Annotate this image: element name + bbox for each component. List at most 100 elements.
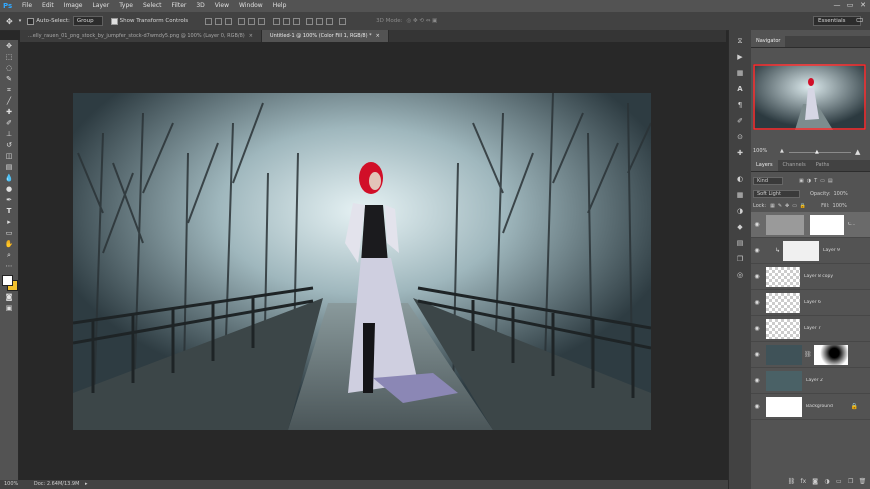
tab-close-icon[interactable]: × [376,33,380,39]
history-brush-icon[interactable]: ↺ [4,141,14,150]
tool-presets-icon[interactable]: ✚ [734,148,746,158]
align-right-icon[interactable] [258,17,266,25]
properties-icon[interactable]: ▦ [734,68,746,78]
marquee-tool-icon[interactable]: ⬚ [4,53,14,62]
clone-source-icon[interactable]: ⊙ [734,132,746,142]
move-tool-icon[interactable]: ✥ [4,42,14,51]
zoom-slider-track[interactable] [789,152,851,153]
navigator-zoom-value[interactable]: 100% [753,148,767,154]
align-left-icon[interactable] [238,17,246,25]
visibility-eye-icon[interactable]: ◉ [751,325,763,332]
type-tool-icon[interactable]: T [4,207,14,216]
maximize-button[interactable]: ▭ [845,1,855,10]
timeline-icon[interactable]: ◎ [734,270,746,280]
swatches-icon[interactable]: ▦ [734,190,746,200]
new-group-icon[interactable]: ▭ [834,478,843,486]
quick-mask-icon[interactable]: ◙ [4,293,14,302]
visibility-eye-icon[interactable]: ◉ [751,247,763,254]
tool-preset-dropdown[interactable]: ▾ [19,18,22,24]
visibility-eye-icon[interactable]: ◉ [751,351,763,358]
paragraph-icon[interactable]: ¶ [734,100,746,110]
distribute-right-icon[interactable] [326,17,334,25]
lock-icons[interactable]: ▦✎✥▭🔒 [770,203,809,209]
align-vcenter-icon[interactable] [215,17,223,25]
blur-tool-icon[interactable]: 💧 [4,174,14,183]
color-swatches[interactable] [2,275,18,291]
layer-row-layer-6[interactable]: ◉ Layer 6 [751,290,870,316]
opacity-value[interactable]: 100% [834,191,848,197]
tab-close-icon[interactable]: × [249,33,253,39]
layer-row-masked[interactable]: ◉ ⛓ [751,342,870,368]
eyedropper-tool-icon[interactable]: ╱ [4,97,14,106]
distribute-hcenter-icon[interactable] [316,17,324,25]
add-mask-icon[interactable]: ◙ [811,478,820,486]
actions-icon[interactable]: ▶ [734,52,746,62]
fill-value[interactable]: 100% [833,203,847,209]
close-button[interactable]: ✕ [858,1,868,10]
path-select-icon[interactable]: ▸ [4,218,14,227]
menu-3d[interactable]: 3D [191,0,209,12]
layer-row-color-fill[interactable]: ◉ C... [751,212,870,238]
layer-row-layer-9[interactable]: ◉ ↳ Layer 9 [751,238,870,264]
move-tool-icon[interactable]: ✥ [6,17,13,26]
layer-comps-icon[interactable]: ❐ [734,254,746,264]
zoom-slider-handle[interactable]: ▲ [815,149,819,155]
dodge-tool-icon[interactable]: ● [4,185,14,194]
workspace-switcher[interactable]: Essentials [813,16,861,26]
layer-row-background[interactable]: ◉ Background 🔒 [751,394,870,420]
auto-align-icon[interactable] [339,17,347,25]
filter-type-icons[interactable]: ▣◑T▭▤ [799,178,836,184]
visibility-eye-icon[interactable]: ◉ [751,403,763,410]
menu-select[interactable]: Select [138,0,167,12]
gradient-tool-icon[interactable]: ▤ [4,163,14,172]
hand-tool-icon[interactable]: ✋ [4,240,14,249]
layer-name[interactable]: Layer 8 copy [804,274,833,279]
delete-layer-icon[interactable]: 🗑 [858,478,867,486]
mode-3d-icons[interactable]: ◎ ✥ ⟲ ⇔ ▣ [406,18,437,24]
menu-type[interactable]: Type [114,0,138,12]
distribute-top-icon[interactable] [273,17,281,25]
layer-style-icon[interactable]: fx [799,478,808,486]
quick-select-tool-icon[interactable]: ✎ [4,75,14,84]
align-hcenter-icon[interactable] [248,17,256,25]
zoom-out-icon[interactable]: ▲ [780,148,784,154]
foreground-color-swatch[interactable] [2,275,13,286]
zoom-in-icon[interactable]: ▲ [855,148,860,156]
healing-brush-icon[interactable]: ✚ [4,108,14,117]
screen-mode-icon[interactable]: ▣ [4,304,14,313]
show-transform-checkbox[interactable] [110,17,118,25]
new-layer-icon[interactable]: ❐ [846,478,855,486]
visibility-eye-icon[interactable]: ◉ [751,299,763,306]
zoom-tool-icon[interactable]: ⌕ [4,251,14,260]
menu-window[interactable]: Window [234,0,268,12]
layer-name[interactable]: Layer 7 [804,326,821,331]
menu-edit[interactable]: Edit [37,0,59,12]
visibility-eye-icon[interactable]: ◉ [751,273,763,280]
distribute-bottom-icon[interactable] [293,17,301,25]
navigator-thumbnail[interactable] [753,64,866,130]
menu-help[interactable]: Help [268,0,292,12]
menu-view[interactable]: View [210,0,234,12]
blend-mode-dropdown[interactable]: Soft Light [753,189,800,198]
status-zoom[interactable]: 100% [4,481,18,487]
crop-tool-icon[interactable]: ⌗ [4,86,14,95]
visibility-eye-icon[interactable]: ◉ [751,221,763,228]
eraser-tool-icon[interactable]: ◫ [4,152,14,161]
styles-icon[interactable]: ◆ [734,222,746,232]
tab-layers[interactable]: Layers [751,160,778,171]
menu-layer[interactable]: Layer [87,0,114,12]
tab-untitled-1[interactable]: Untitled-1 @ 100% (Color Fill 1, RGB/8) … [261,30,389,42]
menu-image[interactable]: Image [59,0,88,12]
visibility-eye-icon[interactable]: ◉ [751,377,763,384]
adjustments-icon[interactable]: ◑ [734,206,746,216]
brush-presets-icon[interactable]: ✐ [734,116,746,126]
clone-stamp-icon[interactable]: ⊥ [4,130,14,139]
menu-file[interactable]: File [17,0,37,12]
history-icon[interactable]: ⧖ [734,36,746,46]
kind-filter-dropdown[interactable]: Kind [753,176,784,185]
mask-link-icon[interactable]: ⛓ [804,351,812,358]
character-icon[interactable]: A [734,84,746,94]
layer-name[interactable]: Layer 9 [823,248,840,253]
align-top-icon[interactable] [205,17,213,25]
auto-select-checkbox[interactable] [27,17,35,25]
